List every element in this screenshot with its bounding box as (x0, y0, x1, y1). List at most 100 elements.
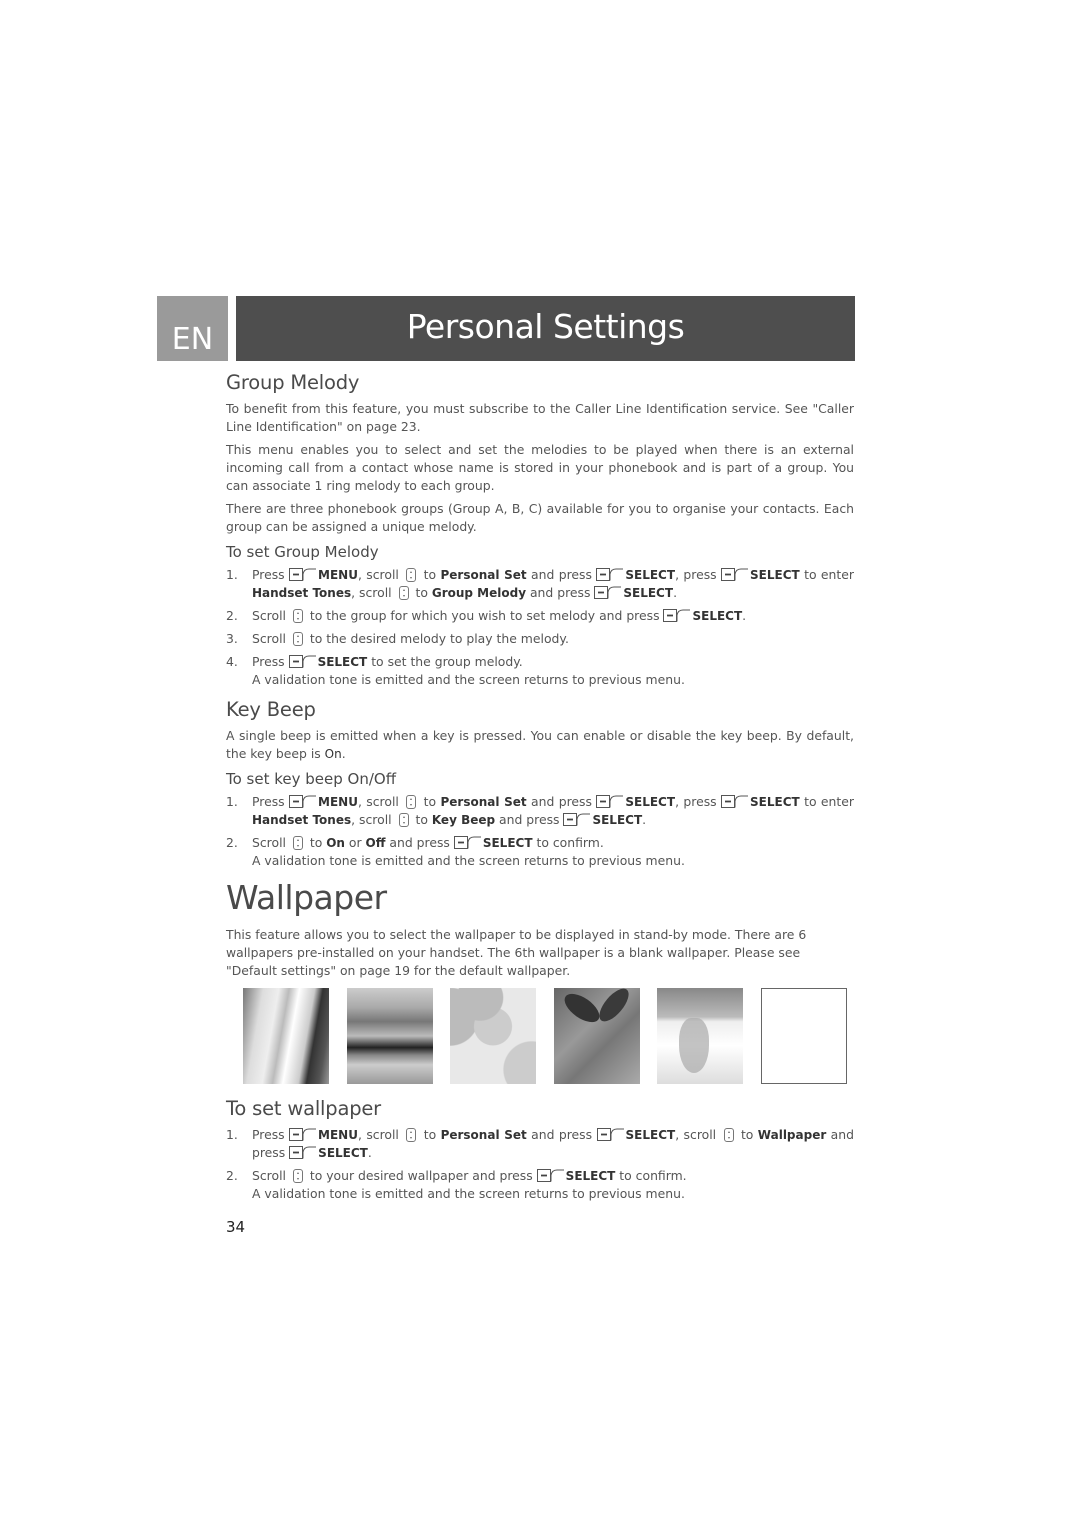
step-text: , press (675, 567, 722, 582)
softkey-icon (563, 813, 591, 826)
softkey-icon (721, 795, 749, 808)
wallpaper-heading: Wallpaper (226, 878, 387, 917)
language-badge-label: EN (171, 322, 214, 357)
step-number: 2. (226, 835, 238, 850)
step-text: Scroll (252, 608, 290, 623)
scroll-key-icon (406, 568, 417, 582)
step-number: 1. (226, 1127, 238, 1142)
scroll-key-icon (292, 632, 303, 646)
key-beep-steps: 1. Press MENU, scroll to Personal Set an… (226, 793, 854, 870)
key-label: SELECT (317, 655, 368, 669)
step-text: to the desired melody to play the melody… (305, 631, 569, 646)
scroll-key-icon (398, 813, 409, 827)
step-item: 4. Press SELECT to set the group melody.… (226, 653, 854, 689)
step-text: Press (252, 567, 290, 582)
group-melody-subheading: To set Group Melody (226, 543, 379, 561)
step-text: . (367, 1145, 372, 1160)
group-melody-heading: Group Melody (226, 371, 360, 394)
paragraph: A single beep is emitted when a key is p… (226, 727, 854, 763)
step-text: to your desired wallpaper and press (305, 1168, 537, 1183)
softkey-icon (596, 568, 624, 581)
step-number: 1. (226, 794, 238, 809)
step-number: 3. (226, 631, 238, 646)
paragraph: This feature allows you to select the wa… (226, 927, 807, 978)
step-text: to enter (799, 794, 854, 809)
step-text: Scroll (252, 631, 290, 646)
paragraph-text: . (341, 746, 346, 761)
key-label: SELECT (592, 813, 643, 827)
softkey-icon (663, 609, 691, 622)
softkey-icon (289, 1128, 317, 1141)
key-label: SELECT (625, 568, 676, 582)
softkey-icon (289, 568, 317, 581)
step-text: . (673, 585, 678, 600)
scroll-key-icon (292, 609, 303, 623)
step-note: A validation tone is emitted and the scr… (252, 1186, 685, 1201)
step-text: . (642, 812, 647, 827)
scroll-key-icon (406, 795, 417, 809)
key-label: SELECT (623, 586, 674, 600)
set-wallpaper-heading: To set wallpaper (226, 1097, 381, 1120)
scroll-key-icon (398, 586, 409, 600)
page-content: Group Melody To benefit from this featur… (226, 370, 854, 1208)
step-text: and press (385, 835, 454, 850)
step-text: . (742, 608, 747, 623)
menu-label: Key Beep (431, 813, 496, 827)
chapter-title: Personal Settings (406, 307, 685, 346)
step-item: 1. Press MENU, scroll to Personal Set an… (226, 566, 854, 602)
scroll-key-icon (406, 1128, 417, 1142)
step-item: 2. Scroll to On or Off and press SELECT … (226, 834, 854, 870)
default-value: On (324, 747, 342, 761)
set-wallpaper-steps: 1. Press MENU, scroll to Personal Set an… (226, 1126, 854, 1203)
scroll-key-icon (723, 1128, 734, 1142)
softkey-icon (537, 1169, 565, 1182)
key-label: SELECT (625, 1128, 676, 1142)
wallpaper-thumbnail-butterfly-flower (553, 988, 640, 1084)
step-text: , press (675, 794, 722, 809)
step-text: to confirm. (532, 835, 604, 850)
key-label: SELECT (750, 795, 800, 809)
key-label: MENU (318, 568, 358, 582)
step-item: 2. Scroll to the group for which you wis… (226, 607, 854, 625)
step-note: A validation tone is emitted and the scr… (252, 672, 685, 687)
step-text: to (411, 812, 432, 827)
key-label: MENU (318, 795, 358, 809)
softkey-icon (596, 795, 624, 808)
key-label: MENU (318, 1128, 358, 1142)
step-text: and press (495, 812, 564, 827)
step-text: to enter (799, 567, 854, 582)
paragraph: This menu enables you to select and set … (226, 442, 854, 493)
option-label: Off (365, 836, 386, 850)
step-text: , scroll (351, 585, 396, 600)
wallpaper-thumbnail-pier-sunset (346, 988, 433, 1084)
menu-label: Group Melody (431, 586, 527, 600)
step-item: 1. Press MENU, scroll to Personal Set an… (226, 793, 854, 829)
step-item: 3. Scroll to the desired melody to play … (226, 630, 854, 648)
step-text: and press (526, 585, 595, 600)
key-beep-heading: Key Beep (226, 698, 316, 721)
step-text: , scroll (357, 567, 404, 582)
step-text: to set the group melody. (367, 654, 523, 669)
wallpaper-section: Wallpaper This feature allows you to sel… (226, 878, 854, 1203)
paragraph: To benefit from this feature, you must s… (226, 401, 854, 434)
wallpaper-thumbnails (243, 988, 847, 1084)
group-melody-section: Group Melody To benefit from this featur… (226, 370, 854, 689)
softkey-icon (289, 1146, 317, 1159)
menu-label: Wallpaper (757, 1128, 827, 1142)
wallpaper-thumbnail-smiley-balls (450, 988, 537, 1084)
softkey-icon (597, 1128, 625, 1141)
chapter-title-bar: Personal Settings (236, 296, 855, 361)
step-text: to (305, 835, 327, 850)
key-label: SELECT (318, 1146, 368, 1160)
step-text: to confirm. (615, 1168, 687, 1183)
menu-label: Personal Set (440, 568, 527, 582)
step-number: 2. (226, 608, 238, 623)
group-melody-steps: 1. Press MENU, scroll to Personal Set an… (226, 566, 854, 689)
step-text: , scroll (357, 1127, 404, 1142)
step-text: and press (526, 794, 597, 809)
step-text: , scroll (351, 812, 396, 827)
softkey-icon (721, 568, 749, 581)
menu-label: Personal Set (440, 1128, 527, 1142)
wallpaper-thumbnail-blank (760, 988, 847, 1084)
step-text: or (344, 835, 366, 850)
